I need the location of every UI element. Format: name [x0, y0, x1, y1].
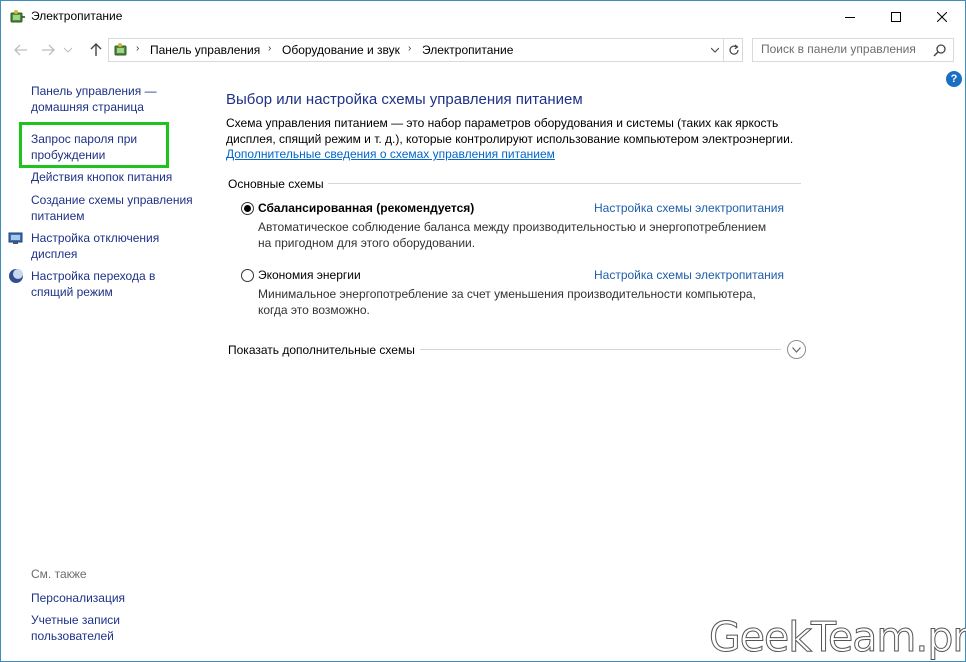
- breadcrumb-control-panel[interactable]: Панель управления: [150, 43, 260, 57]
- watermark: GeekTeam.pro: [708, 613, 966, 662]
- plan-settings-link-balanced[interactable]: Настройка схемы электропитания: [594, 201, 784, 215]
- power-options-icon: [114, 43, 127, 56]
- breadcrumb-power-options[interactable]: Электропитание: [422, 43, 513, 57]
- sleep-moon-icon: [9, 269, 23, 283]
- page-title: Выбор или настройка схемы управления пит…: [226, 91, 583, 108]
- title-bar: Электропитание: [1, 1, 965, 32]
- breadcrumb-separator-icon: ›: [268, 43, 272, 54]
- close-button[interactable]: [919, 1, 965, 32]
- plan-description-balanced: Автоматическое соблюдение баланса между …: [258, 220, 767, 250]
- show-more-divider: [420, 349, 781, 350]
- sidebar-item-control-panel-home[interactable]: Панель управления — домашняя страница: [31, 83, 206, 115]
- sidebar-item-sleep[interactable]: Настройка перехода в спящий режим: [31, 268, 181, 300]
- power-options-window: Электропитание › Панель управления › Обо…: [0, 0, 966, 662]
- search-icon[interactable]: [933, 43, 947, 57]
- page-description: Схема управления питанием — это набор па…: [226, 116, 794, 146]
- back-button[interactable]: [12, 41, 30, 59]
- sidebar-item-user-accounts[interactable]: Учетные записи пользователей: [31, 612, 141, 644]
- display-power-icon: [8, 232, 23, 244]
- see-also-heading: См. также: [31, 567, 87, 581]
- chevron-down-icon: [64, 47, 72, 53]
- plan-description-power-saver: Минимальное энергопотребление за счет ум…: [258, 287, 756, 317]
- forward-button[interactable]: [39, 41, 57, 59]
- chevron-down-icon: [710, 47, 719, 53]
- sidebar-item-power-buttons[interactable]: Действия кнопок питания: [31, 169, 206, 185]
- more-info-link[interactable]: Дополнительные сведения о схемах управле…: [226, 147, 555, 161]
- plan-radio-power-saver[interactable]: [241, 269, 254, 282]
- up-arrow-icon: [90, 43, 102, 56]
- maximize-icon: [891, 11, 901, 22]
- show-more-plans-label[interactable]: Показать дополнительные схемы: [228, 343, 415, 357]
- search-box[interactable]: [752, 38, 954, 62]
- minimize-icon: [845, 16, 855, 18]
- back-arrow-icon: [14, 44, 27, 56]
- refresh-button[interactable]: [723, 39, 743, 61]
- refresh-icon: [728, 44, 739, 55]
- sidebar-item-create-plan[interactable]: Создание схемы управления питанием: [31, 192, 196, 224]
- expand-plans-button[interactable]: [787, 340, 806, 359]
- breadcrumb-hardware-sound[interactable]: Оборудование и звук: [282, 43, 400, 57]
- minimize-button[interactable]: [827, 1, 873, 32]
- sidebar-item-display-off[interactable]: Настройка отключения дисплея: [31, 230, 181, 262]
- search-input[interactable]: [753, 39, 931, 59]
- group-label-main-plans: Основные схемы: [228, 177, 324, 191]
- chevron-down-icon: [792, 346, 801, 353]
- radio-selected-dot: [244, 205, 251, 212]
- up-button[interactable]: [87, 41, 105, 59]
- help-button[interactable]: ?: [946, 71, 962, 87]
- sidebar-item-personalization[interactable]: Персонализация: [31, 590, 206, 606]
- window-title: Электропитание: [31, 9, 123, 23]
- breadcrumb-separator-icon: ›: [136, 43, 140, 54]
- group-divider: [328, 183, 801, 184]
- plan-name-balanced[interactable]: Сбалансированная (рекомендуется): [258, 201, 474, 215]
- plan-name-power-saver[interactable]: Экономия энергии: [258, 268, 361, 282]
- plan-settings-link-power-saver[interactable]: Настройка схемы электропитания: [594, 268, 784, 282]
- address-dropdown-button[interactable]: [706, 39, 723, 61]
- address-bar[interactable]: › Панель управления › Оборудование и зву…: [108, 38, 743, 62]
- close-icon: [937, 11, 947, 22]
- forward-arrow-icon: [42, 44, 55, 56]
- power-options-icon: [10, 10, 25, 23]
- maximize-button[interactable]: [873, 1, 919, 32]
- breadcrumb-separator-icon: ›: [408, 43, 412, 54]
- recent-locations-button[interactable]: [62, 41, 74, 59]
- plan-radio-balanced[interactable]: [241, 202, 254, 215]
- sidebar-item-password-on-wake[interactable]: Запрос пароля при пробуждении: [31, 131, 151, 163]
